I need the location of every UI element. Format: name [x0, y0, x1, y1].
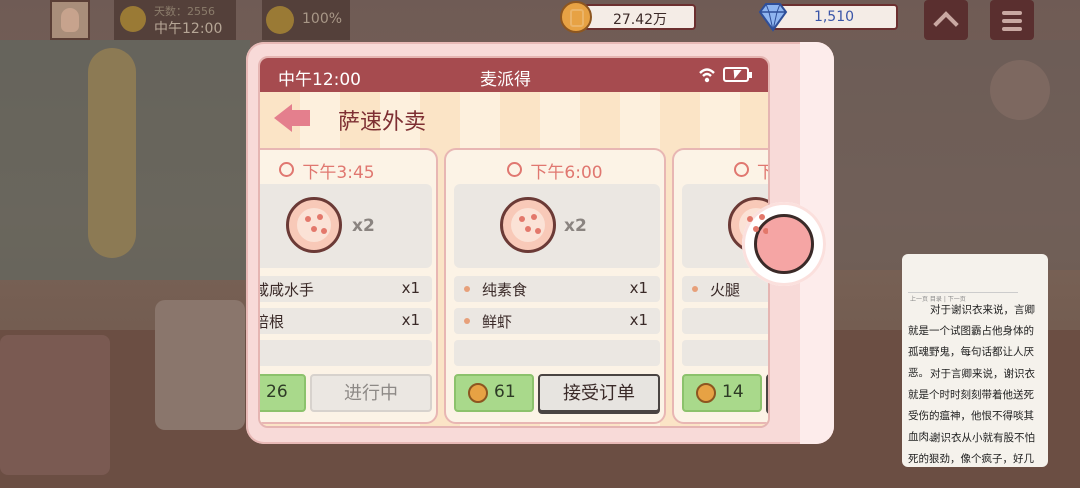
coin-counter[interactable]: 27.42万	[560, 0, 700, 34]
side-table	[155, 300, 245, 430]
dish-panel: x2	[260, 184, 432, 268]
wifi-icon	[699, 68, 715, 83]
dish-quantity: x2	[352, 216, 375, 236]
sun-icon	[120, 6, 146, 32]
status-city: 麦派得	[480, 70, 531, 90]
day-counter: 天数：2556	[154, 5, 215, 18]
order-item-empty	[682, 340, 768, 366]
clock-icon	[507, 162, 523, 177]
in-progress-button[interactable]: 进行中	[310, 374, 432, 412]
avatar-face	[61, 8, 79, 32]
gem-counter[interactable]: 1,510	[730, 0, 900, 34]
order-item: 火腿	[682, 276, 768, 302]
order-item-empty	[454, 340, 660, 366]
order-action-button[interactable]	[766, 374, 768, 412]
smiley-icon	[266, 6, 294, 34]
order-list[interactable]: 下午3:45 x2 咸咸水手x1 培根x1 26 进行中 下午6:00 x2 纯…	[258, 144, 768, 426]
phone-screen: 中午12:00 麦派得 萨速外卖 下午3:45 x2 咸咸水手 x1 根 x1 …	[258, 56, 770, 428]
order-card: 下午3:45 x2 咸咸水手x1 培根x1 26 进行中	[258, 148, 438, 424]
surfboard-decoration	[88, 48, 136, 258]
floating-reader-window[interactable]: 上一页 目录 | 下一页 对于谢识衣来说，言卿就是一个试图霸占他身体的孤魂野鬼，…	[902, 254, 1048, 467]
order-time: 下	[734, 158, 768, 183]
order-time: 下午3:45	[260, 158, 436, 183]
coin-icon	[696, 383, 716, 403]
pizza-icon	[286, 197, 342, 253]
clock-icon	[279, 162, 295, 177]
coin-icon	[468, 383, 488, 403]
phone-home-button[interactable]	[742, 202, 826, 286]
order-item: 纯素食 x1	[454, 276, 660, 302]
app-header: 萨速外卖	[260, 92, 768, 144]
coin-icon	[258, 383, 260, 403]
order-time: 下午6:00	[446, 158, 664, 183]
shell-decoration	[990, 60, 1050, 120]
dish-panel: x2	[454, 184, 660, 268]
order-item-empty	[260, 340, 432, 366]
reader-divider	[908, 292, 1018, 293]
mood-panel: 100%	[262, 0, 350, 40]
cash-register	[0, 335, 110, 475]
mood-percent: 100%	[302, 11, 343, 27]
coin-amount: 27.42万	[612, 12, 668, 28]
reader-paragraph: 谢识衣从小就有股不怕死的狠劲，像个疯子，好几次言	[908, 432, 1035, 465]
reward-badge: 26	[258, 374, 306, 412]
accept-order-button[interactable]: 接受订单	[538, 374, 660, 412]
order-card: 下 火腿 14	[672, 148, 768, 424]
clock-icon	[734, 162, 749, 177]
dish-quantity: x2	[564, 216, 587, 236]
status-time: 中午12:00	[278, 70, 361, 90]
chevron-up-icon	[933, 11, 959, 37]
order-item: 培根x1	[260, 308, 432, 334]
app-title: 萨速外卖	[338, 110, 427, 135]
battery-icon	[723, 67, 752, 82]
collapse-button[interactable]	[924, 0, 968, 40]
menu-icon	[1002, 11, 1022, 35]
order-item-empty	[682, 308, 768, 334]
hud-time: 中午12:00	[154, 21, 223, 37]
reward-badge: 61	[454, 374, 534, 412]
home-button-ring	[754, 214, 814, 274]
menu-button[interactable]	[990, 0, 1034, 40]
reward-badge: 14	[682, 374, 762, 412]
order-card: 下午6:00 x2 纯素食 x1 鲜虾 x1 61 接受订单	[444, 148, 666, 424]
phone-status-bar: 中午12:00 麦派得	[260, 58, 768, 92]
order-item: 咸咸水手 x1	[260, 276, 432, 302]
player-avatar[interactable]	[50, 0, 90, 40]
order-item: 鲜虾 x1	[454, 308, 660, 334]
back-arrow-button[interactable]	[274, 104, 310, 132]
day-time-panel: 天数：2556 中午12:00	[114, 0, 236, 40]
pizza-icon	[500, 197, 556, 253]
gem-amount: 1,510	[813, 9, 855, 25]
